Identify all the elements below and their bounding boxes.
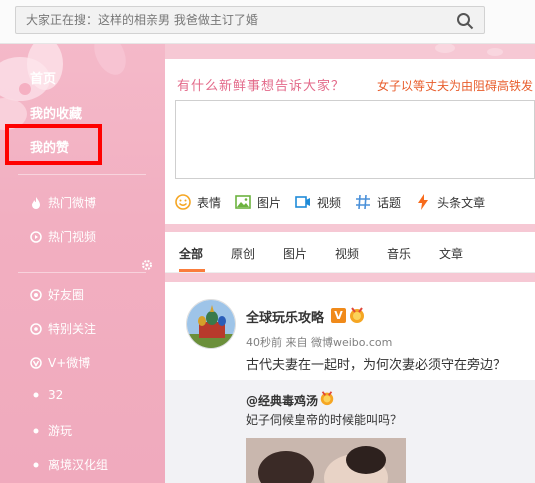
subnav-divider bbox=[18, 272, 146, 273]
highlight-box bbox=[5, 124, 102, 165]
sidebar-item-label: 特别关注 bbox=[48, 322, 97, 336]
tool-article[interactable]: 头条文章 bbox=[415, 192, 485, 212]
repost-image[interactable] bbox=[246, 438, 406, 483]
tool-topic[interactable]: 话题 bbox=[355, 192, 401, 212]
hot-topic-link[interactable]: 女子以等丈夫为由阻碍高铁发 bbox=[377, 77, 533, 94]
photo-thumbnail-icon bbox=[246, 438, 406, 483]
bullet-icon bbox=[33, 428, 39, 433]
vplus-icon bbox=[30, 356, 42, 369]
search-box bbox=[15, 6, 485, 34]
publisher-prompt: 有什么新鲜事想告诉大家？ bbox=[177, 79, 346, 94]
sidebar-item-label: 好友圈 bbox=[48, 288, 85, 302]
video-play-icon bbox=[30, 230, 42, 243]
active-tab-indicator bbox=[179, 269, 205, 272]
post-text: 古代夫妻在一起时，为何次妻必须守在旁边？ bbox=[246, 358, 507, 373]
search-icon[interactable] bbox=[456, 12, 474, 30]
tab-music[interactable]: 音乐 bbox=[387, 245, 411, 262]
sidebar-item-hot-weibo[interactable]: 热门微博 bbox=[30, 194, 96, 211]
nav-home[interactable]: 首页 bbox=[30, 68, 56, 87]
tool-emoji[interactable]: 表情 bbox=[175, 192, 221, 212]
repost-text: 妃子伺候皇帝的时候能叫吗？ bbox=[246, 413, 403, 427]
tool-label: 视频 bbox=[317, 195, 342, 210]
search-input[interactable] bbox=[16, 7, 446, 33]
post-username[interactable]: 全球玩乐攻略 bbox=[246, 307, 324, 326]
feed-tabs: 全部 原创 图片 视频 音乐 文章 bbox=[165, 232, 535, 273]
video-camera-icon bbox=[295, 196, 311, 208]
top-bar bbox=[0, 0, 535, 44]
eye-icon bbox=[30, 322, 42, 335]
tab-original[interactable]: 原创 bbox=[231, 245, 255, 262]
sidebar-item-label: 热门视频 bbox=[48, 230, 97, 244]
bullet-icon bbox=[33, 392, 39, 398]
emoji-icon bbox=[175, 194, 191, 210]
sidebar-item-label: 32 bbox=[48, 388, 64, 402]
sidebar-item-label: 热门微博 bbox=[48, 196, 97, 210]
petal-strip-icon bbox=[435, 44, 503, 56]
sidebar-item-special[interactable]: 特别关注 bbox=[30, 320, 96, 337]
medal-icon bbox=[320, 391, 334, 406]
sidebar-item-hot-video[interactable]: 热门视频 bbox=[30, 228, 96, 245]
avatar[interactable] bbox=[186, 299, 236, 349]
bullet-icon bbox=[33, 462, 39, 467]
sidebar-item-vplus[interactable]: V+微博 bbox=[30, 354, 90, 371]
feed-card: 全球玩乐攻略 V 40秒前 来自 微博weibo.com 古代夫妻在一起时，为何… bbox=[165, 282, 535, 483]
publisher: 有什么新鲜事想告诉大家？ 女子以等丈夫为由阻碍高铁发 表情 图片 视频 话题 头… bbox=[165, 59, 535, 224]
friends-circle-icon bbox=[30, 288, 42, 301]
medal-icon bbox=[350, 307, 364, 323]
tool-label: 图片 bbox=[257, 195, 282, 210]
sidebar-item-label: V+微博 bbox=[48, 356, 91, 370]
tool-image[interactable]: 图片 bbox=[235, 192, 281, 212]
kremlin-avatar-icon bbox=[187, 300, 235, 348]
hashtag-icon bbox=[356, 194, 371, 210]
tab-videos[interactable]: 视频 bbox=[335, 245, 359, 262]
flame-icon bbox=[32, 196, 40, 209]
sidebar-item-group-32[interactable]: 32 bbox=[30, 388, 63, 402]
sidebar-item-travel[interactable]: 游玩 bbox=[30, 422, 72, 439]
nav-favorites[interactable]: 我的收藏 bbox=[30, 103, 82, 122]
lightning-icon bbox=[418, 194, 429, 210]
publisher-toolbar: 表情 图片 视频 话题 头条文章 bbox=[175, 192, 499, 212]
repost-username[interactable]: @经典毒鸡汤 bbox=[246, 392, 318, 409]
nav-divider bbox=[18, 174, 146, 175]
gear-icon[interactable] bbox=[141, 259, 153, 271]
image-icon bbox=[235, 195, 251, 209]
post-textarea[interactable] bbox=[175, 100, 535, 179]
sidebar-item-label: 游玩 bbox=[48, 424, 73, 438]
tool-label: 话题 bbox=[377, 195, 402, 210]
post-meta: 40秒前 来自 微博weibo.com bbox=[246, 336, 393, 349]
tool-video[interactable]: 视频 bbox=[295, 192, 341, 212]
tool-label: 表情 bbox=[197, 195, 222, 210]
tool-label: 头条文章 bbox=[437, 195, 486, 210]
tab-images[interactable]: 图片 bbox=[283, 245, 307, 262]
tab-articles[interactable]: 文章 bbox=[439, 245, 463, 262]
tab-all[interactable]: 全部 bbox=[179, 245, 203, 262]
verified-badge: V bbox=[331, 308, 346, 323]
sidebar-item-localize[interactable]: 离境汉化组 bbox=[30, 456, 108, 473]
main-content: 有什么新鲜事想告诉大家？ 女子以等丈夫为由阻碍高铁发 表情 图片 视频 话题 头… bbox=[165, 59, 535, 483]
reposted-card[interactable]: @经典毒鸡汤 妃子伺候皇帝的时候能叫吗？ bbox=[165, 380, 535, 483]
sidebar-item-friends[interactable]: 好友圈 bbox=[30, 286, 84, 303]
sidebar-item-label: 离境汉化组 bbox=[48, 458, 109, 472]
